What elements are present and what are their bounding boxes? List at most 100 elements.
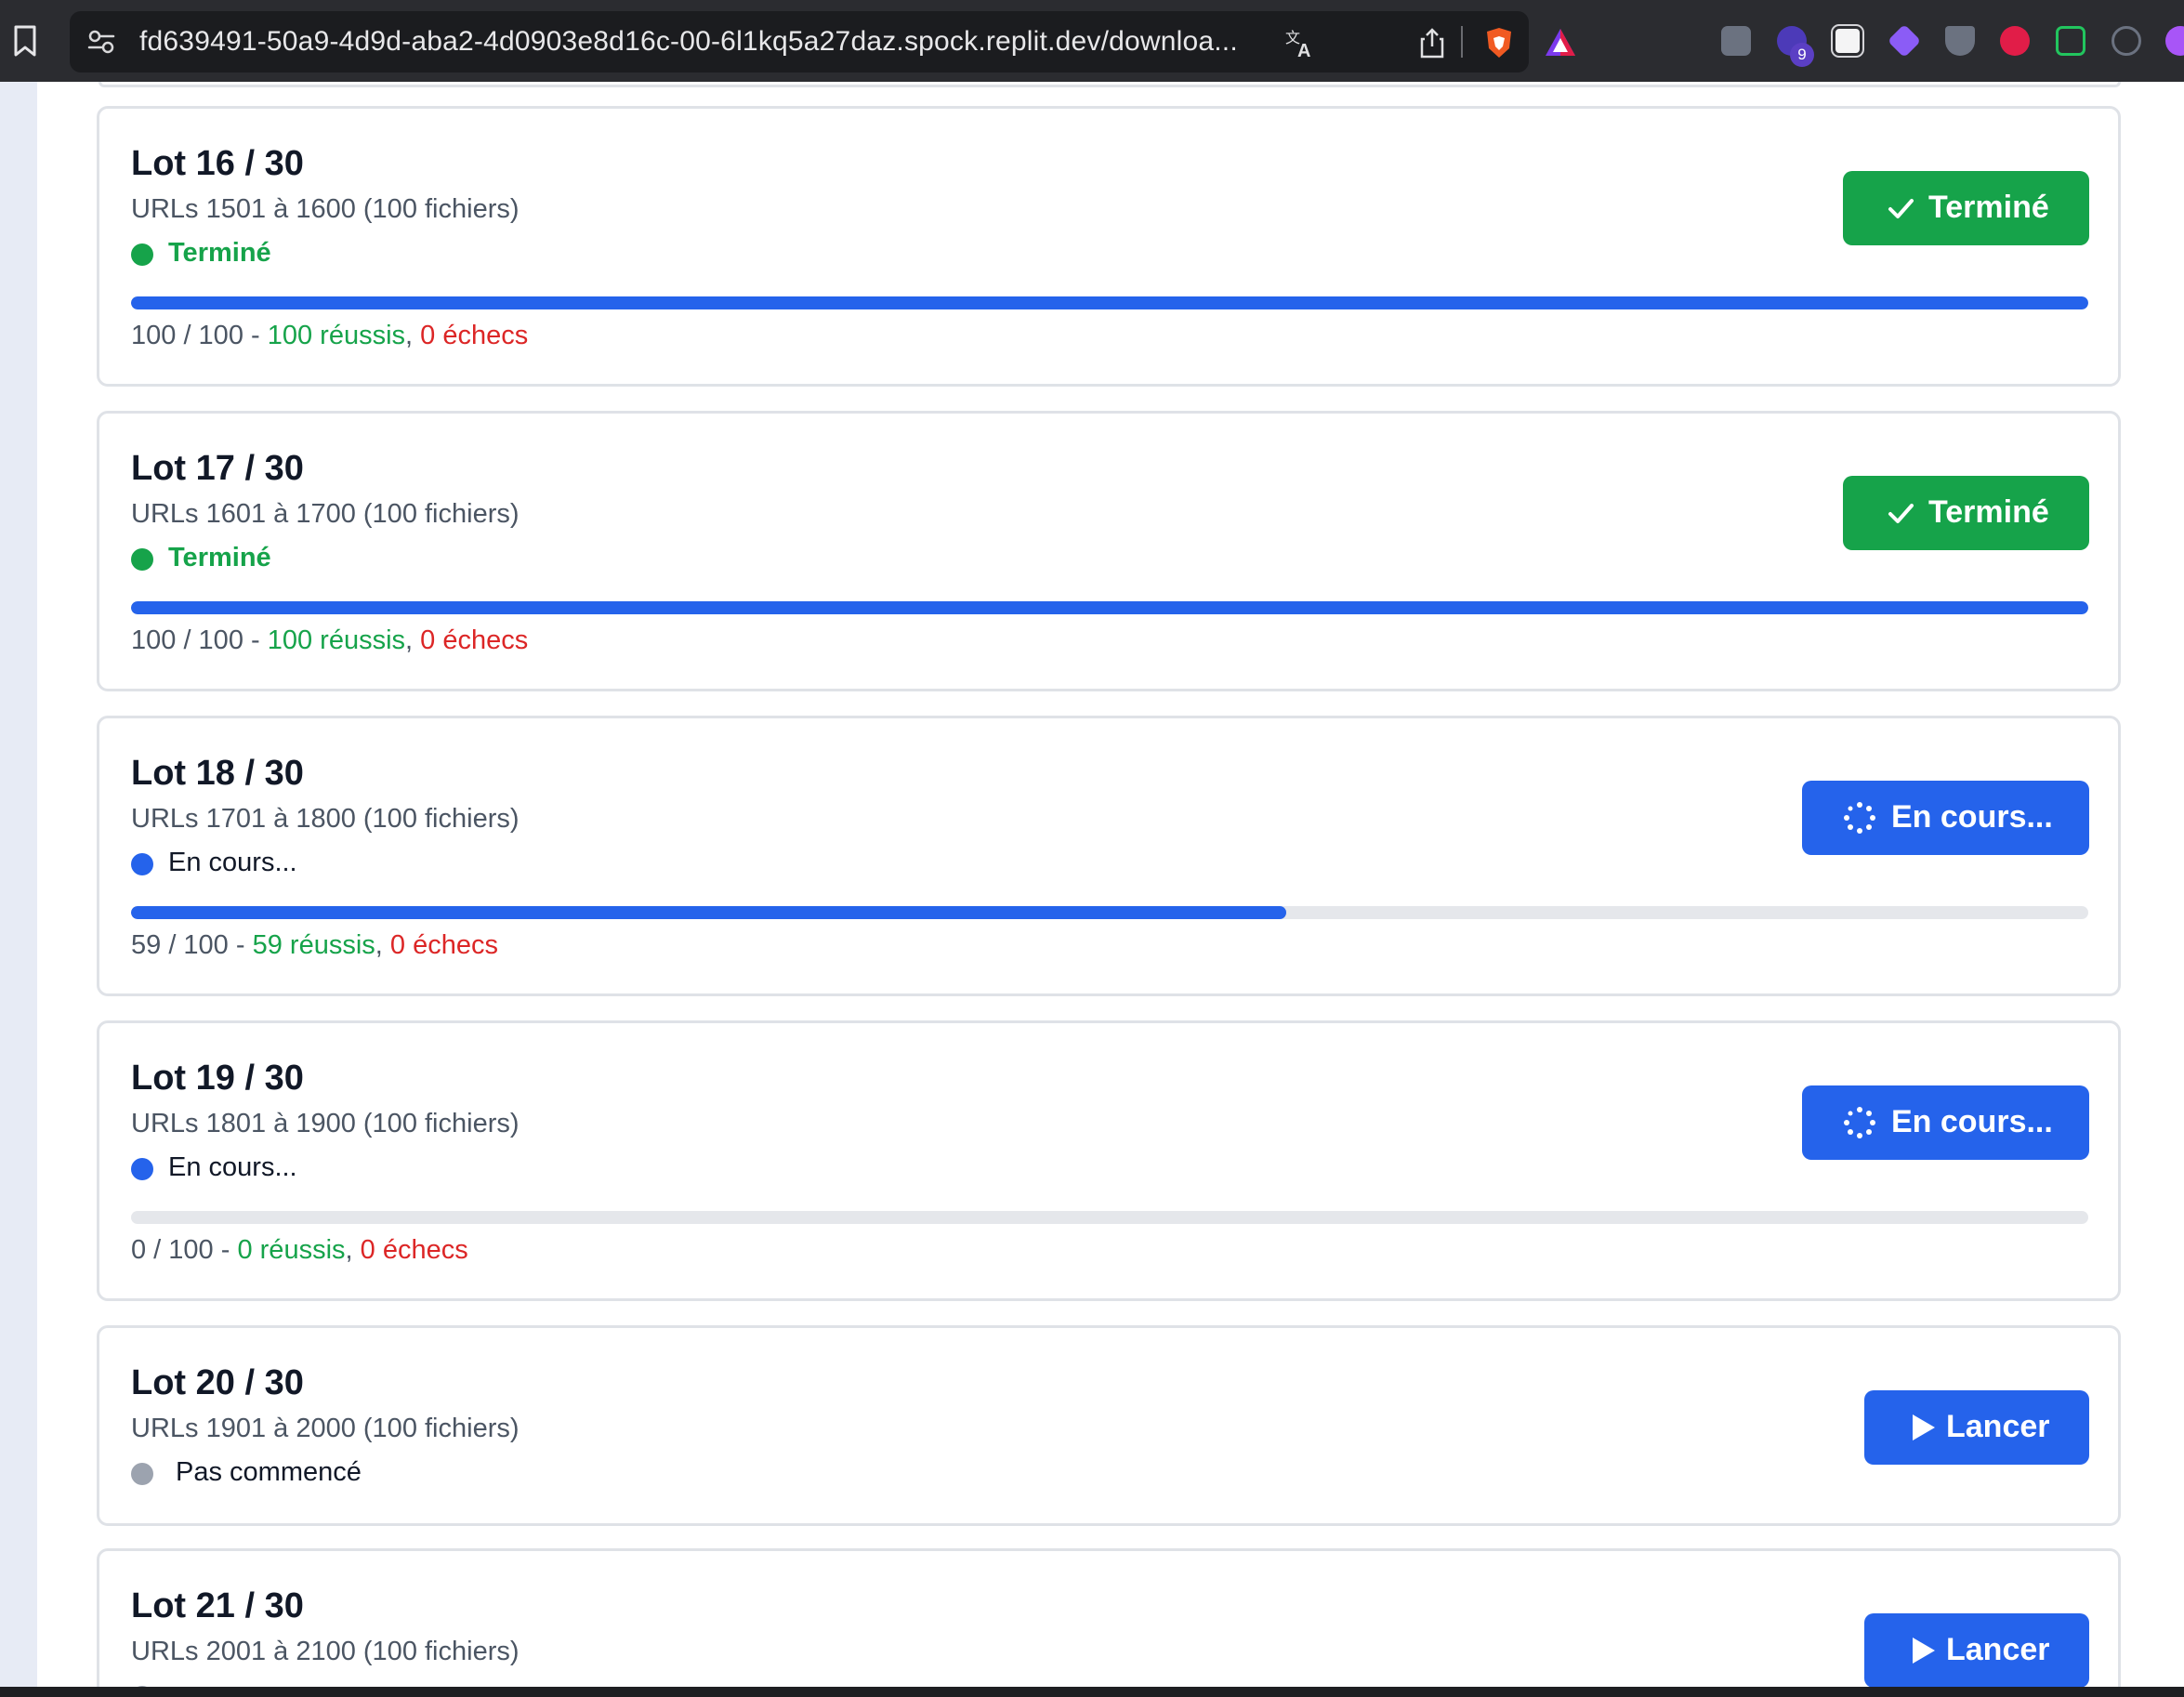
button-label: Lancer <box>1946 1409 2050 1444</box>
progress-fill <box>131 601 2088 614</box>
lot-range: URLs 2001 à 2100 (100 fichiers) <box>131 1637 520 1666</box>
extension-icon[interactable] <box>2112 26 2141 56</box>
failure-count: 0 échecs <box>420 625 529 655</box>
url-text[interactable]: fd639491-50a9-4d9d-aba2-4d0903e8d16c-00-… <box>139 26 1238 58</box>
lot-title: Lot 18 / 30 <box>131 754 304 793</box>
failure-count: 0 échecs <box>420 321 529 350</box>
lot-range: URLs 1801 à 1900 (100 fichiers) <box>131 1109 520 1138</box>
button-label: Terminé <box>1928 494 2049 530</box>
failure-count: 0 échecs <box>389 930 498 960</box>
notion-icon[interactable] <box>1831 24 1864 58</box>
status-text: Terminé <box>168 238 271 268</box>
brave-shields-icon[interactable] <box>1482 26 1516 59</box>
progress-bar <box>131 601 2088 614</box>
lot-counts: 100 / 100 - 100 réussis, 0 échecs <box>131 625 528 656</box>
count-text: 100 / 100 <box>131 625 243 655</box>
lot-counts: 0 / 100 - 0 réussis, 0 échecs <box>131 1235 468 1266</box>
count-separator: - <box>213 1235 238 1265</box>
count-comma: , <box>405 321 421 350</box>
status-dot <box>131 1158 153 1180</box>
count-comma: , <box>345 1235 361 1265</box>
play-icon <box>1913 1414 1935 1440</box>
lot-title: Lot 17 / 30 <box>131 449 304 488</box>
extension-icon[interactable] <box>2056 26 2085 56</box>
status-dot <box>131 853 153 875</box>
extension-icon[interactable] <box>1887 23 1922 59</box>
done-button[interactable]: Terminé <box>1843 171 2089 245</box>
progress-fill <box>131 296 2088 309</box>
lot-card: Lot 19 / 30 URLs 1801 à 1900 (100 fichie… <box>97 1020 2121 1301</box>
share-icon[interactable] <box>1415 26 1449 59</box>
extension-icon[interactable] <box>2000 26 2030 56</box>
status-text: Pas commencé <box>176 1457 362 1487</box>
progress-bar <box>131 1211 2088 1224</box>
in-progress-button[interactable]: En cours... <box>1802 1085 2089 1160</box>
check-icon <box>1888 504 1914 523</box>
previous-card-edge <box>99 82 2121 87</box>
lot-card: Lot 18 / 30 URLs 1701 à 1800 (100 fichie… <box>97 716 2121 996</box>
success-count: 0 réussis <box>237 1235 346 1265</box>
extension-badge: 9 <box>1790 43 1814 67</box>
site-settings-icon[interactable] <box>86 28 116 56</box>
button-label: En cours... <box>1891 799 2053 835</box>
in-progress-button[interactable]: En cours... <box>1802 781 2089 855</box>
lot-counts: 59 / 100 - 59 réussis, 0 échecs <box>131 930 498 961</box>
lot-range: URLs 1701 à 1800 (100 fichiers) <box>131 804 520 834</box>
lot-range: URLs 1501 à 1600 (100 fichiers) <box>131 194 520 224</box>
count-text: 100 / 100 <box>131 321 243 350</box>
extension-icon[interactable] <box>2165 26 2184 56</box>
status-text: En cours... <box>168 1152 297 1182</box>
progress-bar <box>131 906 2088 919</box>
progress-fill <box>131 906 1286 919</box>
count-comma: , <box>375 930 390 960</box>
lot-card: Lot 21 / 30 URLs 2001 à 2100 (100 fichie… <box>97 1548 2121 1687</box>
done-button[interactable]: Terminé <box>1843 476 2089 550</box>
count-separator: - <box>243 625 268 655</box>
success-count: 100 réussis <box>267 321 406 350</box>
button-label: Terminé <box>1928 190 2049 225</box>
extension-icon[interactable] <box>1721 26 1751 56</box>
button-label: Lancer <box>1946 1632 2050 1667</box>
success-count: 100 réussis <box>267 625 406 655</box>
check-icon <box>1888 199 1914 218</box>
status-dot <box>131 548 153 571</box>
lot-card: Lot 17 / 30 URLs 1601 à 1700 (100 fichie… <box>97 411 2121 691</box>
status-text: Terminé <box>168 543 271 572</box>
lot-title: Lot 20 / 30 <box>131 1363 304 1402</box>
status-dot <box>131 243 153 266</box>
lot-card: Lot 16 / 30 URLs 1501 à 1600 (100 fichie… <box>97 106 2121 387</box>
status-text: En cours... <box>168 848 297 877</box>
count-comma: , <box>405 625 421 655</box>
spinner-icon <box>1844 1107 1875 1138</box>
status-dot <box>131 1463 153 1485</box>
lot-range: URLs 1901 à 2000 (100 fichiers) <box>131 1414 520 1443</box>
button-label: En cours... <box>1891 1104 2053 1139</box>
count-separator: - <box>243 321 268 350</box>
svg-text:A: A <box>1297 41 1310 59</box>
browser-toolbar: fd639491-50a9-4d9d-aba2-4d0903e8d16c-00-… <box>0 0 2184 82</box>
lot-counts: 100 / 100 - 100 réussis, 0 échecs <box>131 321 528 351</box>
extension-icon[interactable] <box>1945 26 1975 56</box>
brave-rewards-icon[interactable] <box>1544 26 1577 59</box>
launch-button[interactable]: Lancer <box>1864 1613 2089 1687</box>
window-bottom-edge <box>0 1687 2184 1697</box>
failure-count: 0 échecs <box>360 1235 468 1265</box>
launch-button[interactable]: Lancer <box>1864 1390 2089 1465</box>
count-text: 0 / 100 <box>131 1235 214 1265</box>
lot-title: Lot 19 / 30 <box>131 1059 304 1098</box>
count-separator: - <box>228 930 253 960</box>
address-bar[interactable]: fd639491-50a9-4d9d-aba2-4d0903e8d16c-00-… <box>70 11 1575 72</box>
url-separator <box>1461 26 1463 58</box>
success-count: 59 réussis <box>252 930 375 960</box>
bookmark-icon[interactable] <box>11 24 39 58</box>
page-viewport: Lot 16 / 30 URLs 1501 à 1600 (100 fichie… <box>0 82 2184 1687</box>
lot-range: URLs 1601 à 1700 (100 fichiers) <box>131 499 520 529</box>
progress-bar <box>131 296 2088 309</box>
page-content: Lot 16 / 30 URLs 1501 à 1600 (100 fichie… <box>37 82 2184 1687</box>
lot-title: Lot 21 / 30 <box>131 1586 304 1625</box>
lot-card: Lot 20 / 30 URLs 1901 à 2000 (100 fichie… <box>97 1325 2121 1526</box>
play-icon <box>1913 1638 1935 1664</box>
spinner-icon <box>1844 802 1875 834</box>
count-text: 59 / 100 <box>131 930 229 960</box>
translate-icon[interactable]: 文 A <box>1283 26 1317 59</box>
